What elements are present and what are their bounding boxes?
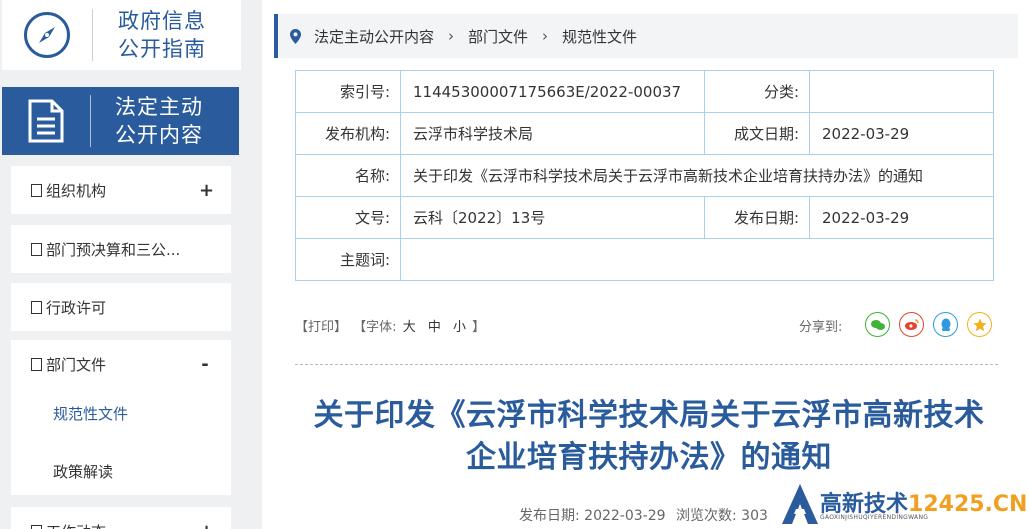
active-title: 法定主动 公开内容 bbox=[115, 93, 203, 149]
active-title-line1: 法定主动 bbox=[115, 95, 203, 119]
page-icon bbox=[31, 357, 42, 371]
compass-icon bbox=[24, 12, 70, 58]
meta-value: 云科〔2022〕13号 bbox=[400, 196, 705, 239]
qq-icon[interactable] bbox=[933, 312, 958, 337]
meta-label: 分类: bbox=[704, 70, 810, 113]
views-count: 303 bbox=[741, 508, 768, 524]
meta-value: 11445300007175663E/2022-00037 bbox=[400, 70, 705, 113]
font-small-button[interactable]: 小 bbox=[453, 320, 466, 335]
qzone-icon[interactable] bbox=[967, 312, 992, 337]
publish-date-label: 发布日期: bbox=[519, 508, 580, 524]
meta-value: 2022-03-29 bbox=[809, 112, 994, 155]
share-label: 分享到: bbox=[799, 320, 843, 335]
collapse-icon[interactable]: - bbox=[199, 354, 211, 375]
sidebar-item-news[interactable]: 工作动态 + bbox=[11, 507, 231, 529]
print-button[interactable]: 【打印】 bbox=[295, 320, 347, 335]
breadcrumb-link[interactable]: 规范性文件 bbox=[562, 26, 637, 47]
table-row: 索引号: 11445300007175663E/2022-00037 分类: bbox=[295, 70, 994, 113]
page-icon bbox=[31, 524, 42, 529]
font-medium-button[interactable]: 中 bbox=[428, 320, 441, 335]
expand-icon[interactable]: + bbox=[199, 180, 214, 201]
document-title: 关于印发《云浮市科学技术局关于云浮市高新技术 企业培育扶持办法》的通知 bbox=[282, 395, 1016, 479]
meta-label: 主题词: bbox=[295, 238, 401, 281]
divider bbox=[92, 9, 93, 61]
meta-value: 关于印发《云浮市科学技术局关于云浮市高新技术企业培育扶持办法》的通知 bbox=[400, 154, 994, 197]
watermark-subtext: GAOXINJISHUQIYERENDINGWANG bbox=[820, 514, 929, 521]
active-section-link[interactable]: 法定主动 公开内容 bbox=[2, 87, 239, 155]
breadcrumb-link[interactable]: 部门文件 bbox=[468, 26, 528, 47]
page-icon bbox=[31, 300, 42, 314]
sidebar-item-budget[interactable]: 部门预决算和三公... bbox=[11, 225, 231, 273]
divider bbox=[295, 364, 998, 365]
meta-value: 2022-03-29 bbox=[809, 196, 994, 239]
page-icon bbox=[31, 242, 42, 256]
document-meta-table: 索引号: 11445300007175663E/2022-00037 分类: 发… bbox=[295, 70, 994, 281]
meta-label: 名称: bbox=[295, 154, 401, 197]
meta-label: 发布日期: bbox=[704, 196, 810, 239]
guide-title: 政府信息 公开指南 bbox=[118, 7, 206, 63]
sidebar-item-label: 行政许可 bbox=[46, 298, 107, 317]
meta-label: 文号: bbox=[295, 196, 401, 239]
meta-value bbox=[400, 238, 994, 281]
sidebar-item-permit[interactable]: 行政许可 bbox=[11, 283, 231, 331]
font-large-button[interactable]: 大 bbox=[403, 320, 416, 335]
guide-title-line1: 政府信息 bbox=[118, 9, 206, 33]
sidebar-item-org[interactable]: 组织机构 + bbox=[11, 166, 231, 214]
breadcrumb-link[interactable]: 法定主动公开内容 bbox=[314, 26, 434, 47]
document-title-line2: 企业培育扶持办法》的通知 bbox=[466, 440, 832, 475]
meta-label: 成文日期: bbox=[704, 112, 810, 155]
sidebar-subitem-interpretation[interactable]: 政策解读 bbox=[53, 461, 113, 482]
page-icon bbox=[31, 183, 42, 197]
font-size-bracket: 】 bbox=[472, 320, 486, 335]
location-pin-icon bbox=[290, 29, 301, 44]
chevron-right-icon: › bbox=[448, 27, 455, 45]
print-font-tools: 【打印】 【字体: 大 中 小 】 bbox=[295, 316, 487, 335]
weibo-icon[interactable] bbox=[899, 312, 924, 337]
table-row: 主题词: bbox=[295, 238, 994, 281]
divider bbox=[90, 95, 91, 147]
meta-value bbox=[809, 70, 994, 113]
meta-label: 发布机构: bbox=[295, 112, 401, 155]
meta-label: 索引号: bbox=[295, 70, 401, 113]
breadcrumb: 法定主动公开内容 › 部门文件 › 规范性文件 bbox=[274, 14, 1018, 58]
guide-title-line2: 公开指南 bbox=[118, 37, 206, 61]
publish-date-value: 2022-03-29 bbox=[584, 508, 666, 524]
tools-row: 【打印】 【字体: 大 中 小 】 分享到: bbox=[295, 312, 999, 338]
active-title-line2: 公开内容 bbox=[115, 123, 203, 147]
document-footer-info: 发布日期: 2022-03-29 浏览次数: 303 bbox=[519, 505, 768, 525]
sidebar-item-label: 部门文件 bbox=[46, 355, 107, 374]
sidebar-item-label: 部门预决算和三公... bbox=[46, 240, 181, 259]
main-content: 法定主动公开内容 › 部门文件 › 规范性文件 索引号: 11445300007… bbox=[262, 0, 1029, 529]
document-title-line1: 关于印发《云浮市科学技术局关于云浮市高新技术 bbox=[313, 398, 985, 433]
wechat-icon[interactable] bbox=[865, 312, 890, 337]
sidebar-item-label: 组织机构 bbox=[46, 181, 107, 200]
sidebar-subitem-normative[interactable]: 规范性文件 bbox=[53, 403, 128, 424]
table-row: 文号: 云科〔2022〕13号 发布日期: 2022-03-29 bbox=[295, 196, 994, 239]
watermark: 高新技术12425.CN GAOXINJISHUQIYERENDINGWANG bbox=[780, 480, 1029, 529]
sidebar-item-dept-docs[interactable]: 部门文件 - bbox=[11, 340, 231, 388]
font-size-label: 【字体: bbox=[353, 320, 397, 335]
chevron-right-icon: › bbox=[542, 27, 549, 45]
meta-value: 云浮市科学技术局 bbox=[400, 112, 705, 155]
table-row: 名称: 关于印发《云浮市科学技术局关于云浮市高新技术企业培育扶持办法》的通知 bbox=[295, 154, 994, 197]
table-row: 发布机构: 云浮市科学技术局 成文日期: 2022-03-29 bbox=[295, 112, 994, 155]
guide-link[interactable]: 政府信息 公开指南 bbox=[2, 0, 241, 70]
sidebar-item-label: 工作动态 bbox=[46, 521, 199, 529]
sidebar: 政府信息 公开指南 法定主动 公开内容 组织机构 + 部门预决算和三公... 行… bbox=[0, 0, 242, 529]
watermark-logo bbox=[782, 484, 818, 524]
views-label: 浏览次数: bbox=[676, 508, 737, 524]
document-icon bbox=[26, 99, 66, 143]
expand-icon[interactable]: + bbox=[199, 521, 214, 529]
